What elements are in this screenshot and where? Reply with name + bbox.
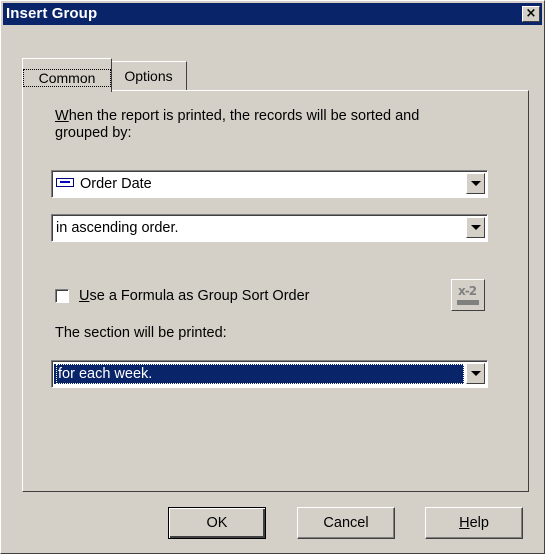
sort-order-value: in ascending order. — [56, 220, 179, 236]
close-button[interactable]: × — [522, 6, 540, 22]
ok-button[interactable]: OK — [168, 507, 266, 539]
cancel-button[interactable]: Cancel — [297, 507, 395, 539]
sort-order-select[interactable]: in ascending order. — [51, 214, 488, 242]
group-field-value-wrap: Order Date — [56, 176, 152, 192]
tab-options-label: Options — [124, 68, 173, 84]
chevron-down-icon[interactable] — [466, 363, 485, 384]
formula-editor-button[interactable]: x-2 — [451, 279, 485, 311]
title-bar: Insert Group × — [3, 3, 542, 25]
print-frequency-value: for each week. — [56, 364, 464, 384]
tab-common[interactable]: Common — [22, 58, 112, 92]
group-field-select[interactable]: Order Date — [51, 170, 488, 198]
use-formula-label[interactable]: Use a Formula as Group Sort Order — [79, 288, 309, 305]
section-printed-label: The section will be printed: — [55, 325, 227, 341]
chevron-down-icon[interactable] — [466, 217, 485, 238]
insert-group-dialog: Insert Group × Common Options When the r… — [0, 0, 545, 554]
close-icon: × — [525, 6, 537, 21]
tab-common-label: Common — [23, 69, 111, 87]
formula-editor-icon: x-2 — [458, 284, 477, 298]
sort-description-line1: When the report is printed, the records … — [55, 108, 420, 124]
help-button[interactable]: Help — [425, 507, 523, 539]
print-frequency-select[interactable]: for each week. — [51, 360, 488, 388]
formula-icon-bar — [457, 300, 479, 305]
dialog-title: Insert Group — [6, 5, 98, 22]
print-frequency-highlight: for each week. — [54, 364, 464, 384]
sort-description-line2: grouped by: — [55, 125, 132, 141]
use-formula-checkbox[interactable] — [55, 289, 69, 303]
database-field-icon — [56, 177, 74, 187]
chevron-down-icon[interactable] — [466, 173, 485, 194]
group-field-value: Order Date — [80, 176, 152, 192]
tab-options[interactable]: Options — [110, 61, 187, 90]
